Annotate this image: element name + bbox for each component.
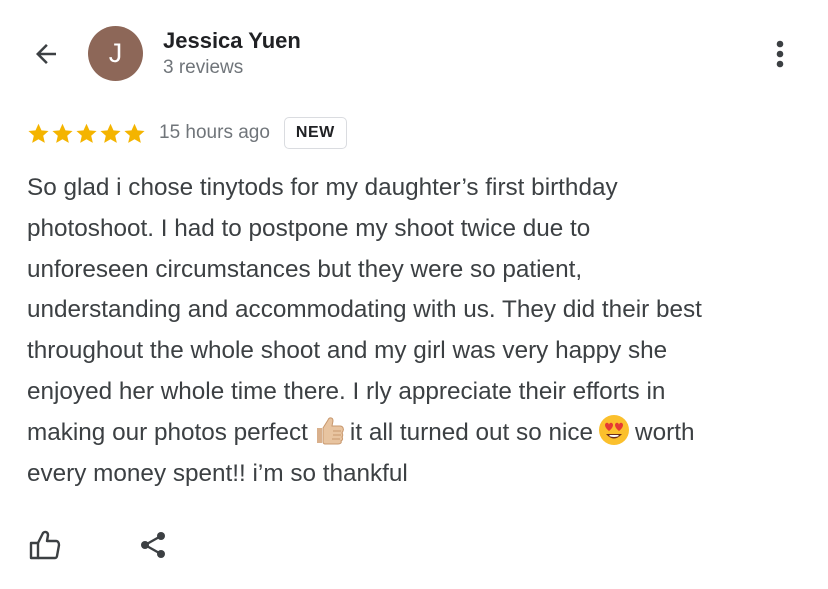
review-line: every money spent!! i’m so thankful	[27, 459, 408, 487]
reviewer-name[interactable]: Jessica Yuen	[163, 28, 301, 54]
thumbs-up-outline-icon	[29, 530, 61, 560]
star-icon	[124, 123, 145, 143]
star-icon	[52, 123, 73, 143]
arrow-back-icon	[36, 44, 56, 64]
review-line: understanding and accommodating with us.…	[27, 296, 702, 324]
review-line-segment: it all turned out so nice	[349, 418, 594, 446]
review-time: 15 hours ago	[159, 122, 270, 143]
review-actions	[0, 520, 828, 570]
avatar[interactable]: J	[88, 26, 143, 81]
review-line: making our photos perfect it all turned …	[27, 413, 807, 454]
review-line: So glad i chose tinytods for my daughter…	[27, 174, 618, 201]
review-body: So glad i chose tinytods for my daughter…	[27, 168, 807, 494]
reviewer-review-count: 3 reviews	[163, 57, 244, 78]
star-icon	[76, 123, 97, 143]
review-line: unforeseen circumstances but they were s…	[27, 255, 583, 283]
review-line-segment: worth	[635, 418, 695, 446]
star-rating	[27, 122, 146, 145]
review-line: throughout the whole shoot and my girl w…	[27, 337, 668, 365]
heart-eyes-icon	[599, 414, 630, 445]
thumbs-up-icon	[316, 417, 344, 445]
review-meta: 15 hours ago NEW	[27, 115, 347, 151]
more-options-button[interactable]	[764, 34, 796, 74]
back-button[interactable]	[28, 36, 64, 72]
new-badge: NEW	[283, 117, 347, 149]
share-button[interactable]	[134, 526, 172, 564]
star-icon	[100, 123, 121, 143]
review-line: photoshoot. I had to postpone my shoot t…	[27, 214, 591, 242]
more-vert-icon	[776, 40, 784, 68]
share-icon	[141, 532, 165, 558]
avatar-initial: J	[108, 38, 123, 68]
review-line: enjoyed her whole time there. I rly appr…	[27, 377, 666, 405]
like-button[interactable]	[26, 526, 64, 564]
review-line-segment: making our photos perfect	[27, 418, 308, 446]
star-icon	[28, 123, 49, 143]
review-header: J Jessica Yuen 3 reviews	[0, 0, 828, 100]
